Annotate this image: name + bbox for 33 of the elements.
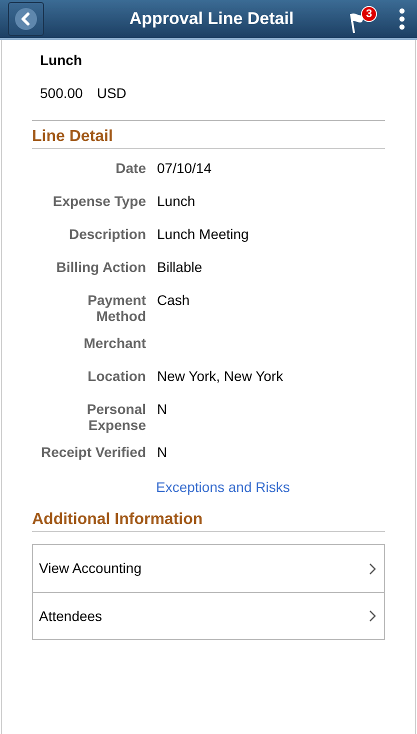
currency: USD	[96, 85, 126, 102]
field-label: Billing Action	[55, 259, 146, 277]
field-label: Date	[114, 160, 146, 178]
field-value: Billable	[157, 259, 202, 277]
field-value: N	[157, 444, 168, 462]
item-title: Lunch	[40, 52, 83, 69]
field-value: Cash	[157, 292, 190, 310]
field-value: Lunch	[157, 193, 196, 211]
amount: 500.00	[40, 85, 83, 102]
field-value: New York, New York	[157, 368, 284, 386]
list-item[interactable]: View Accounting	[33, 545, 384, 592]
field-label: Location	[86, 368, 146, 386]
field-value: 07/10/14	[157, 160, 212, 178]
field-label: Payment Method	[86, 292, 146, 324]
more-icon	[399, 8, 405, 30]
field-label: Merchant	[82, 335, 146, 353]
field-label: Personal Expense	[86, 401, 146, 433]
exceptions-link[interactable]: Exceptions and Risks	[156, 479, 290, 495]
field-value: N	[157, 401, 168, 419]
list-item[interactable]: Attendees	[33, 592, 384, 639]
section-heading: Additional Information	[32, 510, 385, 532]
section-heading: Line Detail	[32, 127, 385, 149]
chevron-icon	[369, 610, 376, 622]
page-title: Approval Line Detail	[129, 8, 294, 30]
notification-badge: 3	[361, 6, 377, 22]
field-label: Receipt Verified	[40, 444, 146, 462]
back-icon	[15, 8, 37, 30]
notifications-button[interactable]: 3	[349, 4, 379, 34]
chevron-icon	[369, 562, 376, 574]
back-button[interactable]	[8, 2, 44, 36]
field-label: Expense Type	[52, 193, 146, 211]
field-value: Lunch Meeting	[157, 226, 249, 244]
field-label: Description	[68, 226, 146, 244]
